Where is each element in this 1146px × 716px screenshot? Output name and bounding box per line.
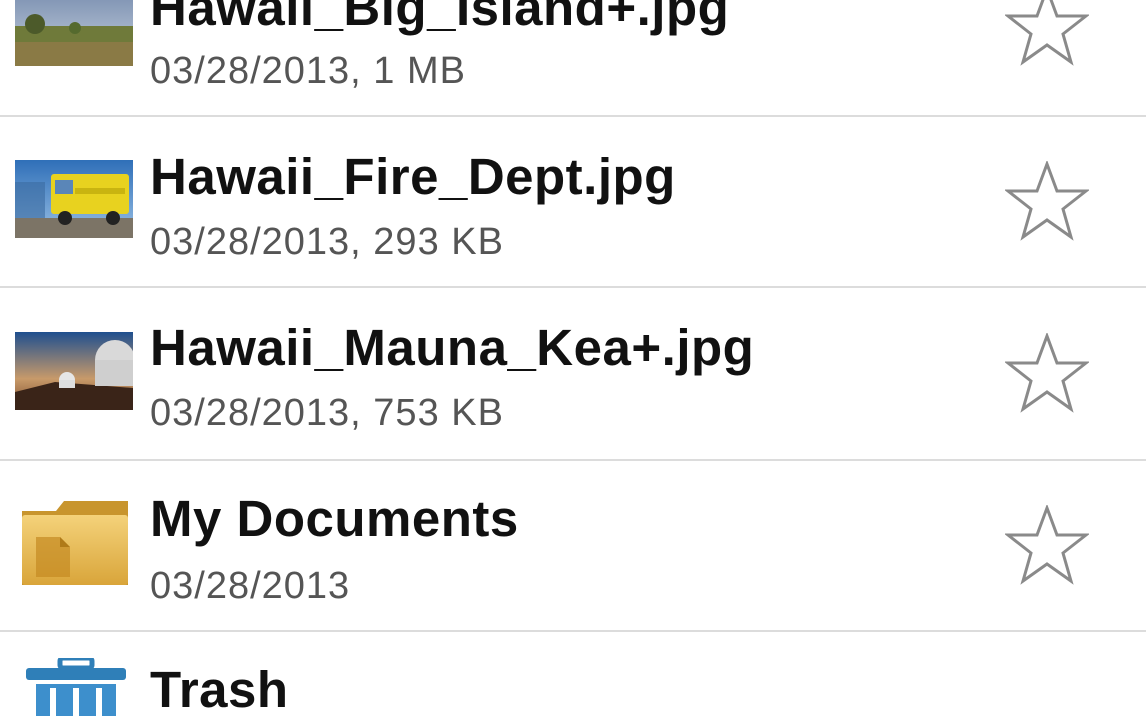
trash-icon <box>26 658 126 716</box>
folder-meta: 03/28/2013 <box>150 565 351 607</box>
list-item[interactable]: My Documents 03/28/2013 <box>0 461 1146 630</box>
list-item[interactable]: Hawaii_Fire_Dept.jpg 03/28/2013, 293 KB <box>0 117 1146 286</box>
list-item[interactable]: Trash <box>0 632 1146 716</box>
file-name: Hawaii_Big_Island+.jpg <box>150 0 730 36</box>
folder-icon <box>20 497 130 589</box>
trash-label: Trash <box>150 661 289 716</box>
list-item[interactable]: Hawaii_Mauna_Kea+.jpg 03/28/2013, 753 KB <box>0 288 1146 459</box>
file-meta: 03/28/2013, 1 MB <box>150 50 466 92</box>
file-list: Hawaii_Big_Island+.jpg 03/28/2013, 1 MB <box>0 0 1146 716</box>
fire-truck-thumbnail-icon <box>15 160 133 238</box>
file-name: Hawaii_Fire_Dept.jpg <box>150 148 676 205</box>
file-meta: 03/28/2013, 753 KB <box>150 392 504 434</box>
file-meta: 03/28/2013, 293 KB <box>150 221 504 263</box>
star-icon[interactable] <box>1005 333 1089 413</box>
file-name: Hawaii_Mauna_Kea+.jpg <box>150 319 755 376</box>
star-icon[interactable] <box>1005 505 1089 585</box>
folder-name: My Documents <box>150 490 519 547</box>
star-icon[interactable] <box>1005 0 1089 66</box>
observatory-thumbnail-icon <box>15 332 133 410</box>
star-icon[interactable] <box>1005 161 1089 241</box>
list-item[interactable]: Hawaii_Big_Island+.jpg 03/28/2013, 1 MB <box>0 0 1146 115</box>
landscape-thumbnail-icon <box>15 0 133 66</box>
